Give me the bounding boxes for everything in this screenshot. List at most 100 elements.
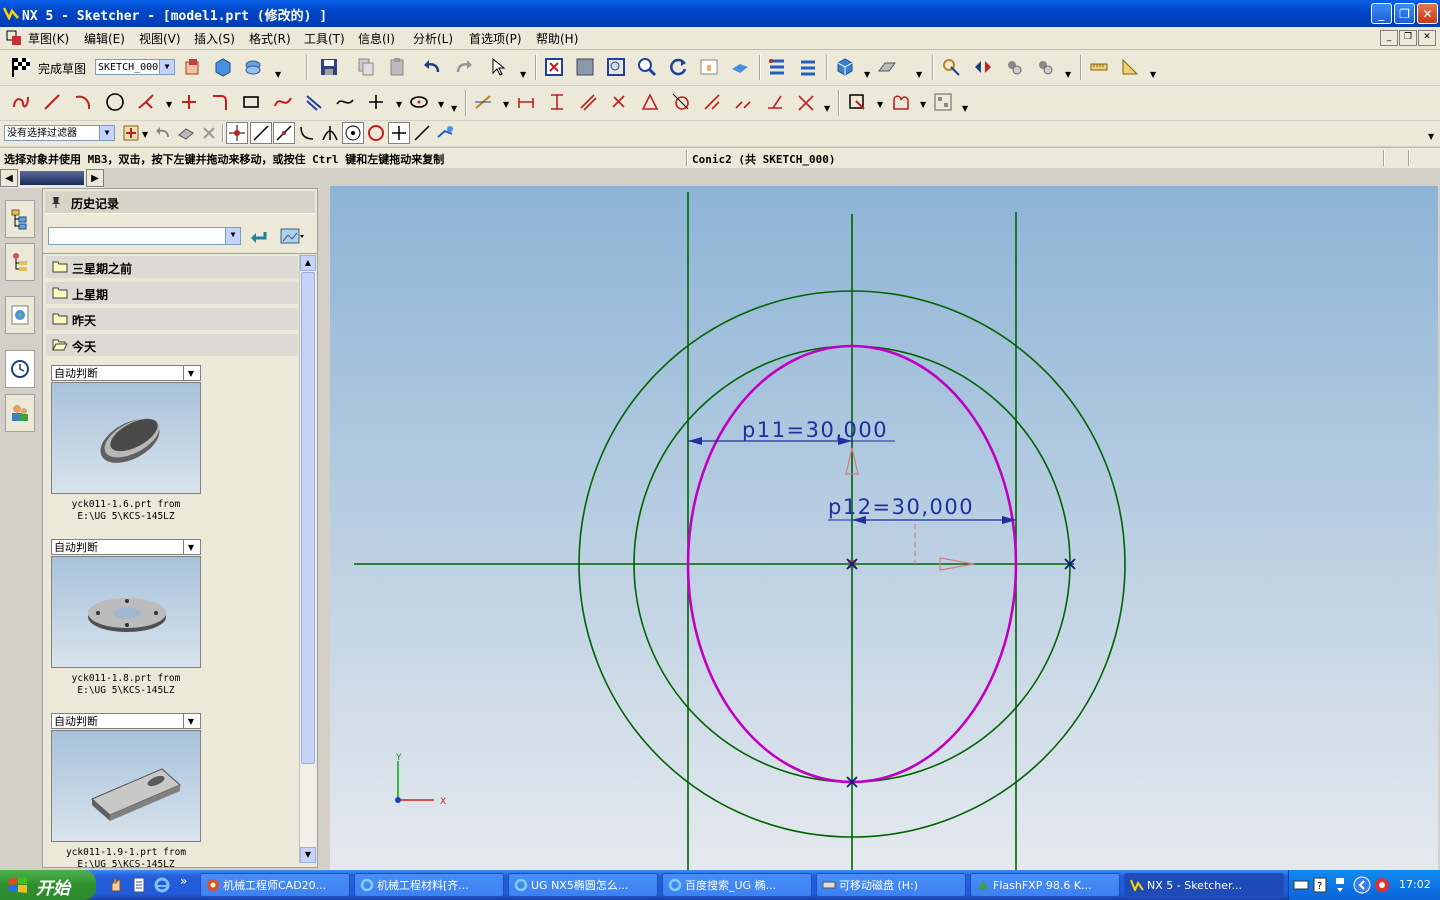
select-all-icon[interactable] xyxy=(175,122,197,144)
redo-icon[interactable] xyxy=(453,56,475,78)
fillet-icon[interactable] xyxy=(209,91,231,113)
layer-icon[interactable] xyxy=(766,56,788,78)
ruler-icon[interactable] xyxy=(1088,56,1110,78)
horizontal-dim-icon[interactable] xyxy=(515,91,537,113)
taskbar-item-1[interactable]: 机械工程师CAD20... xyxy=(200,873,350,897)
web-browser-icon[interactable] xyxy=(5,296,35,334)
scroll-left-button[interactable]: ◀ xyxy=(0,169,18,187)
taskbar-item-4[interactable]: 百度搜索_UG 椭... xyxy=(662,873,812,897)
update-model-icon[interactable] xyxy=(242,56,264,78)
finish-sketch-label[interactable]: 完成草图 xyxy=(38,60,86,77)
offset-curve-icon[interactable] xyxy=(303,91,325,113)
close-button[interactable]: ✕ xyxy=(1417,3,1438,24)
parallel-dim-icon[interactable] xyxy=(577,91,599,113)
selection-filter-select[interactable]: 没有选择过滤器 ▼ xyxy=(4,125,115,141)
scroll-thumb[interactable] xyxy=(301,272,315,764)
vertical-dim-icon[interactable] xyxy=(546,91,568,113)
line-icon[interactable] xyxy=(41,91,63,113)
taskbar-item-5[interactable]: 可移动磁盘 (H:) xyxy=(816,873,966,897)
intersection-icon[interactable] xyxy=(319,122,341,144)
part-navigator-icon[interactable] xyxy=(5,200,35,238)
menu-format[interactable]: 格式(R) xyxy=(249,30,291,47)
orient-view-icon[interactable] xyxy=(182,56,204,78)
folder-yesterday[interactable]: 昨天 xyxy=(46,308,298,330)
thumb-mode-select[interactable]: 自动判断 ▼ xyxy=(51,539,201,555)
deselect-icon[interactable] xyxy=(198,122,220,144)
snap-icon[interactable] xyxy=(940,56,962,78)
thumb-mode-select[interactable]: 自动判断 ▼ xyxy=(51,365,201,381)
layer-settings-icon[interactable] xyxy=(797,56,819,78)
scroll-thumb[interactable] xyxy=(20,171,84,185)
view-mode-icon[interactable] xyxy=(279,225,305,247)
convert-reference-icon[interactable] xyxy=(846,91,868,113)
start-button[interactable]: 开始 xyxy=(0,870,96,900)
antivirus-icon[interactable] xyxy=(1373,876,1391,894)
tray-expand-icon[interactable] xyxy=(1353,876,1371,894)
auto-constrain-icon[interactable] xyxy=(795,91,817,113)
menu-sketch[interactable]: 草图(K) xyxy=(28,30,69,47)
studio-spline-icon[interactable] xyxy=(272,91,294,113)
graphics-window[interactable]: p11=30,000 p12=30,000 X Y xyxy=(330,186,1438,870)
quick-launch-doc-icon[interactable] xyxy=(131,877,147,893)
point-constructor-icon[interactable] xyxy=(434,122,456,144)
pin-icon[interactable] xyxy=(49,195,63,209)
quick-launch-more-icon[interactable]: » xyxy=(180,874,187,888)
conic-icon[interactable] xyxy=(334,91,356,113)
rotate-icon[interactable] xyxy=(667,56,689,78)
mdi-close-button[interactable]: ✕ xyxy=(1418,30,1436,46)
undo-icon[interactable] xyxy=(421,56,443,78)
measure-icon[interactable] xyxy=(1003,56,1025,78)
sketch-settings-icon[interactable] xyxy=(932,91,954,113)
restore-button[interactable]: ❐ xyxy=(1394,3,1415,24)
taskbar-item-6[interactable]: FlashFXP 98.6 K... xyxy=(970,873,1120,897)
thumb-image[interactable] xyxy=(51,730,201,842)
menu-edit[interactable]: 编辑(E) xyxy=(84,30,125,47)
dimension-icon[interactable] xyxy=(472,91,494,113)
taskbar-item-7[interactable]: NX 5 - Sketcher... xyxy=(1124,873,1284,897)
point-icon[interactable] xyxy=(365,91,387,113)
mdi-restore-button[interactable]: ❐ xyxy=(1399,30,1417,46)
save-icon[interactable] xyxy=(318,56,340,78)
wireframe-icon[interactable] xyxy=(876,56,898,78)
scroll-down-button[interactable]: ▼ xyxy=(300,847,316,863)
scroll-right-button[interactable]: ▶ xyxy=(86,169,104,187)
finish-sketch-flag-icon[interactable] xyxy=(10,56,34,78)
circle-icon[interactable] xyxy=(104,91,126,113)
point-on-line-icon[interactable] xyxy=(411,122,433,144)
perpendicular-dim-icon[interactable] xyxy=(608,91,630,113)
ellipse-icon[interactable] xyxy=(408,91,430,113)
undo-select-icon[interactable] xyxy=(152,122,174,144)
menu-analysis[interactable]: 分析(L) xyxy=(413,30,453,47)
folder-last-week[interactable]: 上星期 xyxy=(46,282,298,304)
perimeter-dim-icon[interactable] xyxy=(732,91,754,113)
taskbar-item-2[interactable]: 机械工程材料[齐... xyxy=(354,873,504,897)
history-search-combo[interactable]: ▼ xyxy=(48,227,241,245)
menu-tools[interactable]: 工具(T) xyxy=(304,30,345,47)
rectangle-icon[interactable] xyxy=(240,91,262,113)
zoom-in-icon[interactable] xyxy=(636,56,658,78)
constraint-icon[interactable] xyxy=(972,56,994,78)
point-on-curve-icon[interactable] xyxy=(296,122,318,144)
mdi-minimize-button[interactable]: _ xyxy=(1380,30,1398,46)
roles-icon[interactable] xyxy=(5,394,35,432)
snap-point-options-icon[interactable] xyxy=(120,122,142,144)
folder-three-weeks-ago[interactable]: 三星期之前 xyxy=(46,256,298,278)
keyboard-icon[interactable] xyxy=(1293,878,1309,892)
go-back-icon[interactable] xyxy=(248,225,270,247)
sketch-name-select[interactable]: SKETCH_000 ▼ xyxy=(95,59,175,75)
angular-dim-icon[interactable] xyxy=(639,91,661,113)
constraints-icon[interactable] xyxy=(764,91,786,113)
angle-icon[interactable] xyxy=(1119,56,1141,78)
menu-preferences[interactable]: 首选项(P) xyxy=(469,30,522,47)
quadrant-icon[interactable] xyxy=(365,122,387,144)
reattach-icon[interactable] xyxy=(212,56,234,78)
scroll-up-button[interactable]: ▲ xyxy=(300,255,316,271)
quick-extend-icon[interactable] xyxy=(178,91,200,113)
thumb-image[interactable] xyxy=(51,556,201,668)
thumb-image[interactable] xyxy=(51,382,201,494)
pan-icon[interactable] xyxy=(698,56,720,78)
diameter-dim-icon[interactable] xyxy=(670,91,692,113)
mid-point-icon[interactable] xyxy=(273,122,295,144)
end-point-icon[interactable] xyxy=(250,122,272,144)
history-clock-icon[interactable] xyxy=(5,350,35,388)
